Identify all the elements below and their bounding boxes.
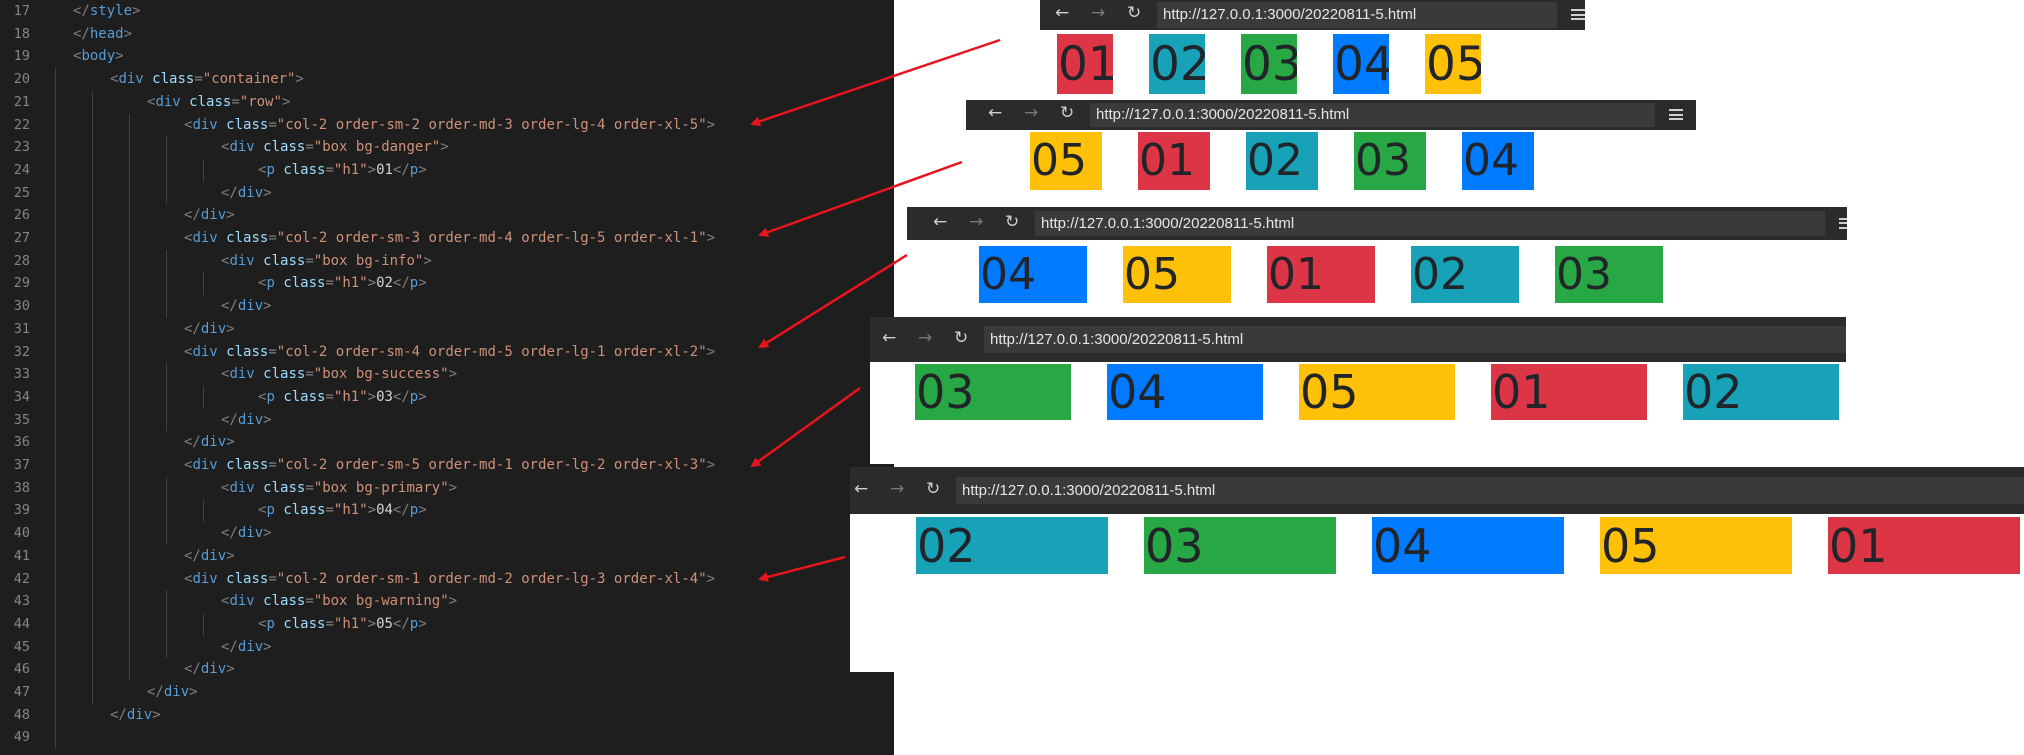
annotation-arrow — [758, 555, 846, 582]
annotation-arrow — [758, 253, 908, 349]
annotation-arrow — [750, 386, 861, 468]
annotation-arrow — [758, 160, 963, 237]
annotation-arrow — [750, 38, 1001, 127]
annotation-arrows — [750, 38, 1001, 582]
